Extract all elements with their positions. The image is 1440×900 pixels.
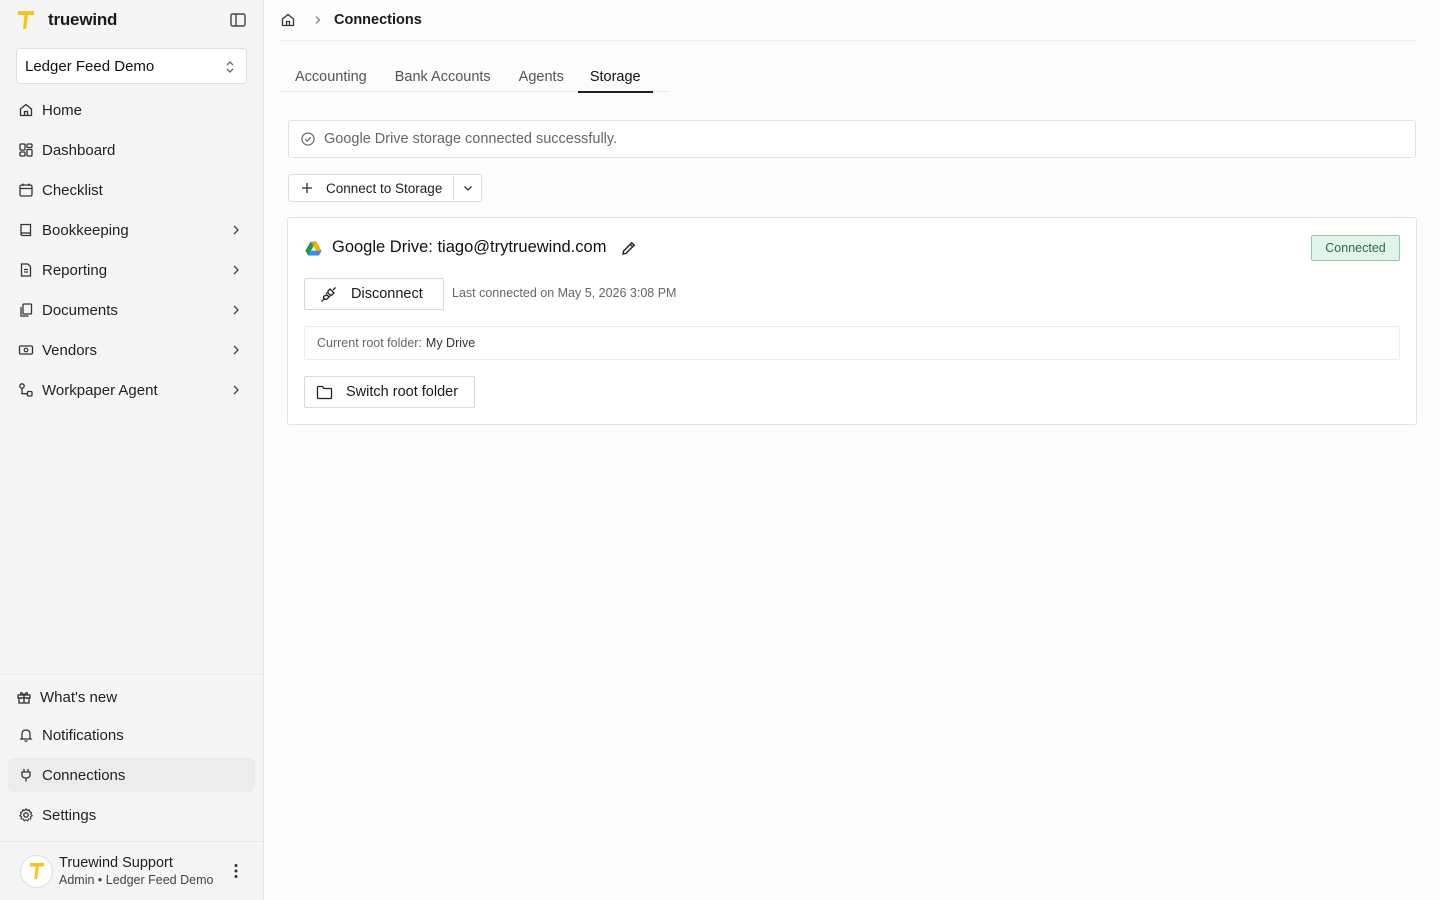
sidebar-item-reporting[interactable]: Reporting (8, 253, 255, 287)
sidebar-item-documents[interactable]: Documents (8, 293, 255, 327)
sidebar: truewind Ledger Feed Demo Home Dashboard… (0, 0, 264, 900)
sidebar-item-label: Vendors (42, 341, 98, 359)
alert-message: Google Drive storage connected successfu… (324, 131, 618, 147)
root-folder-info: Current root folder: My Drive (304, 326, 1400, 360)
bell-icon (19, 729, 33, 742)
home-icon (19, 103, 33, 117)
plus-icon (302, 183, 312, 193)
tab-agents[interactable]: Agents (505, 64, 578, 91)
unplug-icon (321, 286, 336, 302)
report-icon (20, 263, 32, 277)
connect-storage-button-group: Connect to Storage (288, 174, 482, 202)
organization-select[interactable]: Ledger Feed Demo (16, 48, 247, 84)
connect-to-storage-button[interactable]: Connect to Storage (288, 174, 454, 202)
sidebar-divider (0, 841, 263, 842)
last-connected-text: Last connected on May 5, 2026 3:08 PM (452, 286, 677, 300)
sidebar-item-settings[interactable]: Settings (8, 798, 255, 832)
connection-title: Google Drive: tiago@trytruewind.com (332, 238, 607, 256)
chevron-right-icon (233, 385, 239, 395)
root-folder-label: Current root folder: (317, 336, 422, 350)
switch-root-folder-button[interactable]: Switch root folder (304, 376, 475, 408)
google-drive-icon (305, 241, 322, 256)
header-divider (280, 40, 1416, 41)
root-folder-value: My Drive (425, 336, 476, 350)
disconnect-label: Disconnect (351, 286, 423, 302)
pencil-icon[interactable] (620, 240, 637, 257)
chevron-right-icon (233, 225, 239, 235)
sidebar-item-connections[interactable]: Connections (8, 758, 255, 792)
user-menu[interactable]: Truewind Support Admin • Ledger Feed Dem… (20, 851, 250, 891)
dashboard-icon (19, 143, 33, 157)
chevron-right-icon (233, 345, 239, 355)
check-circle-icon (301, 132, 315, 146)
truewind-logo-icon (18, 11, 34, 29)
sidebar-item-workpaper-agent[interactable]: Workpaper Agent (8, 373, 255, 407)
breadcrumb: Connections (280, 10, 422, 30)
plug-icon (21, 769, 31, 782)
brand[interactable]: truewind (16, 8, 117, 32)
chevron-up-down-icon (226, 61, 234, 73)
book-icon (20, 223, 32, 237)
home-icon[interactable] (280, 12, 296, 28)
sidebar-item-label: Settings (42, 806, 97, 824)
sidebar-item-label: Home (42, 101, 83, 119)
tab-bank-accounts[interactable]: Bank Accounts (381, 64, 505, 91)
brand-name: truewind (48, 10, 118, 29)
documents-icon (20, 303, 33, 317)
status-badge: Connected (1311, 235, 1400, 261)
folder-icon (316, 385, 333, 399)
chevron-right-icon (233, 265, 239, 275)
sidebar-toggle-icon[interactable] (229, 11, 247, 29)
disconnect-button[interactable]: Disconnect (304, 278, 444, 310)
avatar (20, 854, 53, 888)
organization-select-value: Ledger Feed Demo (25, 57, 155, 75)
sidebar-item-label: Checklist (42, 181, 103, 199)
chevron-right-icon (315, 16, 321, 24)
sidebar-item-label: Connections (42, 766, 126, 784)
sidebar-item-dashboard[interactable]: Dashboard (8, 133, 255, 167)
sidebar-item-whats-new[interactable]: What's new (8, 680, 255, 714)
sidebar-divider (0, 674, 263, 675)
connect-to-storage-label: Connect to Storage (326, 180, 443, 196)
breadcrumb-current: Connections (334, 12, 422, 28)
connection-tabs: Accounting Bank Accounts Agents Storage (280, 64, 668, 93)
truewind-logo-icon (29, 862, 44, 880)
gear-icon (18, 807, 34, 822)
sidebar-item-label: Bookkeeping (42, 221, 129, 239)
success-alert: Google Drive storage connected successfu… (288, 120, 1416, 158)
sidebar-item-label: Dashboard (42, 141, 116, 159)
sidebar-item-label: Notifications (42, 726, 124, 744)
connect-storage-dropdown-button[interactable] (454, 174, 482, 202)
tab-accounting[interactable]: Accounting (280, 64, 381, 91)
sidebar-item-checklist[interactable]: Checklist (8, 173, 255, 207)
gift-icon (17, 691, 31, 704)
more-vertical-icon[interactable] (226, 861, 246, 881)
tab-storage[interactable]: Storage (577, 64, 653, 93)
chevron-down-icon (463, 186, 472, 191)
user-role: Admin • Ledger Feed Demo (59, 873, 214, 887)
storage-connection-card: Google Drive: tiago@trytruewind.com Conn… (287, 217, 1417, 425)
user-name: Truewind Support (59, 855, 173, 871)
sidebar-item-label: Documents (42, 301, 118, 319)
workflow-icon (19, 383, 33, 397)
sidebar-item-vendors[interactable]: Vendors (8, 333, 255, 367)
sidebar-item-label: Workpaper Agent (42, 381, 158, 399)
switch-root-folder-label: Switch root folder (346, 384, 459, 400)
sidebar-item-home[interactable]: Home (8, 93, 255, 127)
sidebar-item-label: What's new (40, 688, 118, 706)
sidebar-item-label: Reporting (42, 261, 108, 279)
vendors-icon (18, 345, 34, 355)
calendar-icon (19, 183, 33, 197)
sidebar-item-notifications[interactable]: Notifications (8, 718, 255, 752)
chevron-right-icon (233, 305, 239, 315)
sidebar-item-bookkeeping[interactable]: Bookkeeping (8, 213, 255, 247)
